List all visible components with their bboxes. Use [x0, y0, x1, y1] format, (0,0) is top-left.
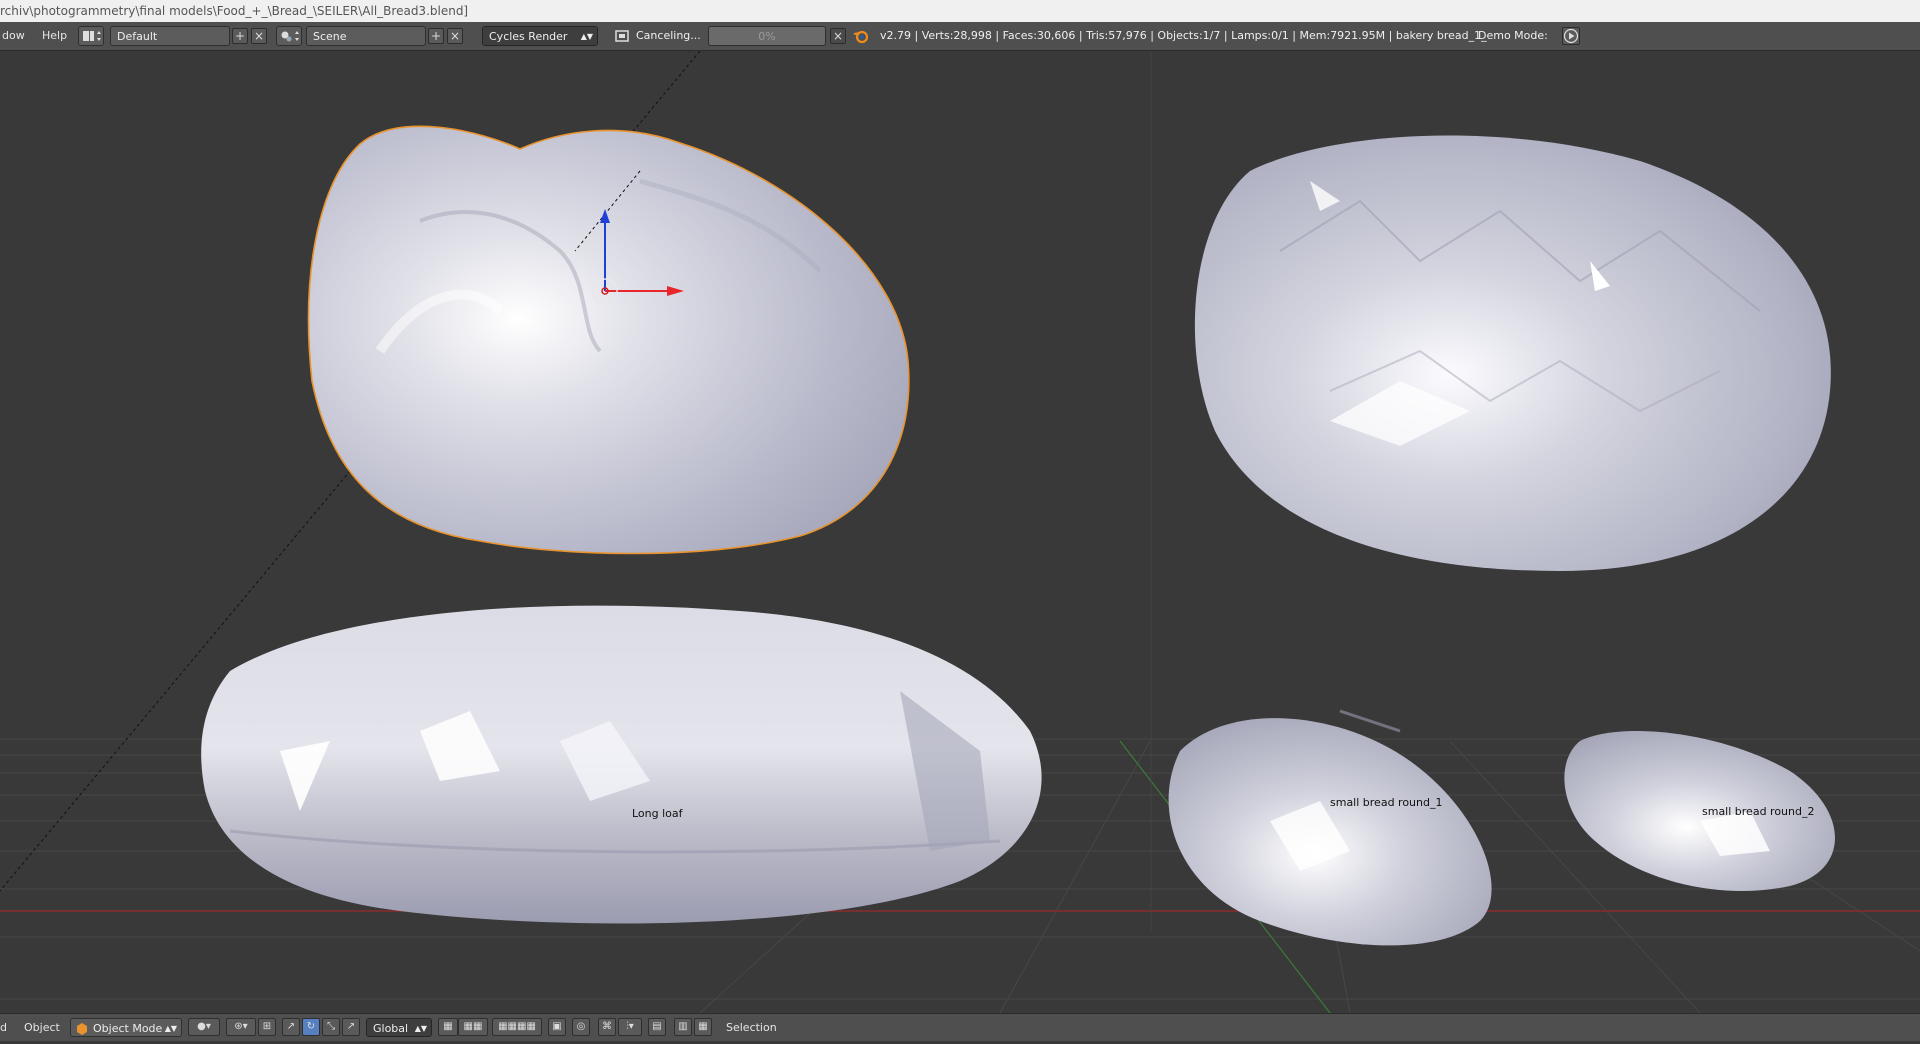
pivot-point-dropdown[interactable]: ⊛▾: [226, 1018, 256, 1036]
add-scene-button[interactable]: +: [428, 28, 444, 44]
mode-label: Object Mode: [93, 1022, 163, 1035]
selection-label: Selection: [726, 1021, 777, 1034]
object-mode-icon: [76, 1019, 88, 1044]
menu-object[interactable]: Object: [24, 1018, 60, 1037]
plus-icon: +: [234, 29, 246, 43]
layer-grid-icon: ▦: [443, 1021, 453, 1032]
info-header: dow Help Default + × Scene + × Cycles Re…: [0, 22, 1920, 51]
object-label-small-bread-round-1: small bread round_1: [1330, 796, 1443, 809]
manipulator-icon: ⊞: [262, 1021, 272, 1032]
render-preview-icon: ▦: [698, 1021, 708, 1032]
remove-scene-button[interactable]: ×: [447, 28, 463, 44]
blender-logo-icon: [853, 26, 869, 46]
window-title: rchiv\photogrammetry\final models\Food_+…: [0, 0, 1920, 22]
progress-label: 0%: [758, 30, 776, 43]
viewport-canvas[interactable]: [0, 51, 1920, 1013]
small-bread-round-1-mesh: [1168, 709, 1492, 946]
render-preview-icon: ▤: [652, 1021, 662, 1032]
chevron-updown-icon: ▲▼: [414, 1024, 427, 1033]
remove-screen-button[interactable]: ×: [251, 28, 267, 44]
render-icon: [614, 26, 630, 46]
chevron-updown-icon: ▲▼: [164, 1024, 177, 1033]
layers-group-1[interactable]: ▦▦: [458, 1018, 488, 1036]
bakery-bread-mesh: [307, 125, 910, 555]
layers-group-2[interactable]: ▦▦▦▦: [492, 1018, 542, 1036]
rotate-icon: ↻: [306, 1021, 316, 1032]
long-loaf-mesh: [201, 605, 1042, 924]
shading-icon: ●▾: [197, 1021, 211, 1032]
orientation-label: Global: [373, 1022, 409, 1035]
add-screen-button[interactable]: +: [232, 28, 248, 44]
opengl-render-anim-button[interactable]: ▥: [674, 1018, 692, 1036]
rotate-manipulator-button[interactable]: ↻: [302, 1018, 320, 1036]
demo-mode-play-button[interactable]: [1562, 27, 1580, 45]
scene-icon: [281, 31, 299, 42]
play-icon: [1563, 28, 1579, 44]
menu-window[interactable]: dow: [2, 26, 25, 46]
proportional-icon: ◎: [576, 1021, 586, 1032]
job-status-text: Canceling...: [636, 29, 701, 42]
opengl-render-anim-button-2[interactable]: ▦: [694, 1018, 712, 1036]
layer-grid-icon: ▦▦: [463, 1021, 483, 1032]
scene-statistics: v2.79 | Verts:28,998 | Faces:30,606 | Tr…: [880, 29, 1487, 42]
transform-orientation-dropdown[interactable]: Global ▲▼: [366, 1018, 432, 1037]
layer-lock-button[interactable]: ▦: [438, 1018, 458, 1036]
plus-icon: +: [430, 29, 442, 43]
viewport-shading-dropdown[interactable]: ●▾: [188, 1018, 220, 1036]
opengl-render-button[interactable]: ▤: [648, 1018, 666, 1036]
snap-element-dropdown[interactable]: ⫶▾: [618, 1018, 642, 1036]
scene-field[interactable]: Scene: [306, 26, 426, 46]
close-icon: ×: [449, 29, 461, 43]
render-progress-bar: 0%: [708, 26, 826, 46]
translate-icon: ↗: [286, 1021, 296, 1032]
chevron-updown-icon: ▲▼: [580, 32, 593, 41]
close-icon: ×: [832, 29, 844, 43]
pivot-icon: ⊛▾: [234, 1021, 248, 1032]
screen-layout-field[interactable]: Default: [110, 26, 230, 46]
close-icon: ×: [253, 29, 265, 43]
snap-icon: ⌘: [602, 1021, 612, 1032]
render-layer-button[interactable]: ▣: [548, 1018, 566, 1036]
3d-viewport[interactable]: Long loaf small bread round_1 small brea…: [0, 51, 1920, 1013]
menu-view-partial[interactable]: d: [0, 1018, 7, 1037]
scale-manipulator-button[interactable]: ⤡: [322, 1018, 340, 1036]
render-engine-dropdown[interactable]: Cycles Render ▲▼: [482, 26, 598, 46]
manipulator-toggle[interactable]: ⊞: [258, 1018, 276, 1036]
snap-icon: ⫶▾: [626, 1021, 634, 1032]
object-label-long-loaf: Long loaf: [632, 807, 683, 820]
scene-selector[interactable]: [276, 26, 302, 46]
cancel-job-button[interactable]: ×: [830, 28, 846, 44]
menu-help[interactable]: Help: [42, 26, 67, 46]
scale-icon: ⤡: [327, 1021, 335, 1032]
scale-icon: ↗: [346, 1021, 356, 1032]
object-label-small-bread-round-2: small bread round_2: [1702, 805, 1815, 818]
mode-dropdown[interactable]: Object Mode ▲▼: [70, 1018, 182, 1037]
bread-mesh-right: [1194, 135, 1831, 572]
demo-mode-label: Demo Mode:: [1478, 29, 1548, 42]
render-engine-label: Cycles Render: [489, 30, 568, 43]
proportional-edit-button[interactable]: ◎: [572, 1018, 590, 1036]
scale-manipulator-button-2[interactable]: ↗: [342, 1018, 360, 1036]
translate-manipulator-button[interactable]: ↗: [282, 1018, 300, 1036]
layout-icon: [83, 31, 101, 41]
render-preview-icon: ▣: [552, 1021, 562, 1032]
screen-layout-selector[interactable]: [78, 26, 104, 46]
viewport-header: d Object Object Mode ▲▼ ●▾ ⊛▾ ⊞ ↗ ↻ ⤡ ↗ …: [0, 1013, 1920, 1041]
snap-toggle[interactable]: ⌘: [598, 1018, 616, 1036]
layer-grid-icon: ▦▦▦▦: [498, 1021, 536, 1032]
render-preview-icon: ▥: [678, 1021, 688, 1032]
